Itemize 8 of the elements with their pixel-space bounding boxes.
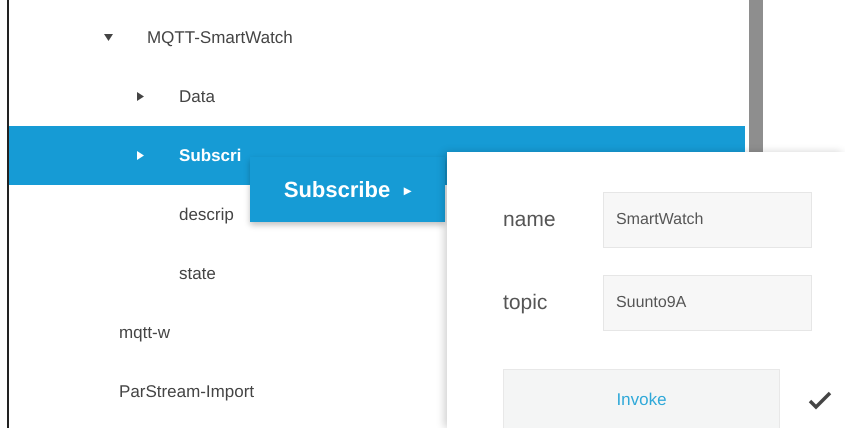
field-label: topic	[503, 291, 548, 315]
input-field[interactable]: SmartWatch	[603, 192, 812, 248]
expanded-arrow-icon[interactable]	[104, 33, 113, 42]
tree-item[interactable]: Data	[9, 67, 745, 126]
collapsed-arrow-icon[interactable]	[136, 92, 145, 101]
input-field[interactable]: Suunto9A	[603, 275, 812, 331]
field-label: name	[503, 208, 557, 232]
tree-item[interactable]: MQTT-SmartWatch	[9, 8, 745, 67]
